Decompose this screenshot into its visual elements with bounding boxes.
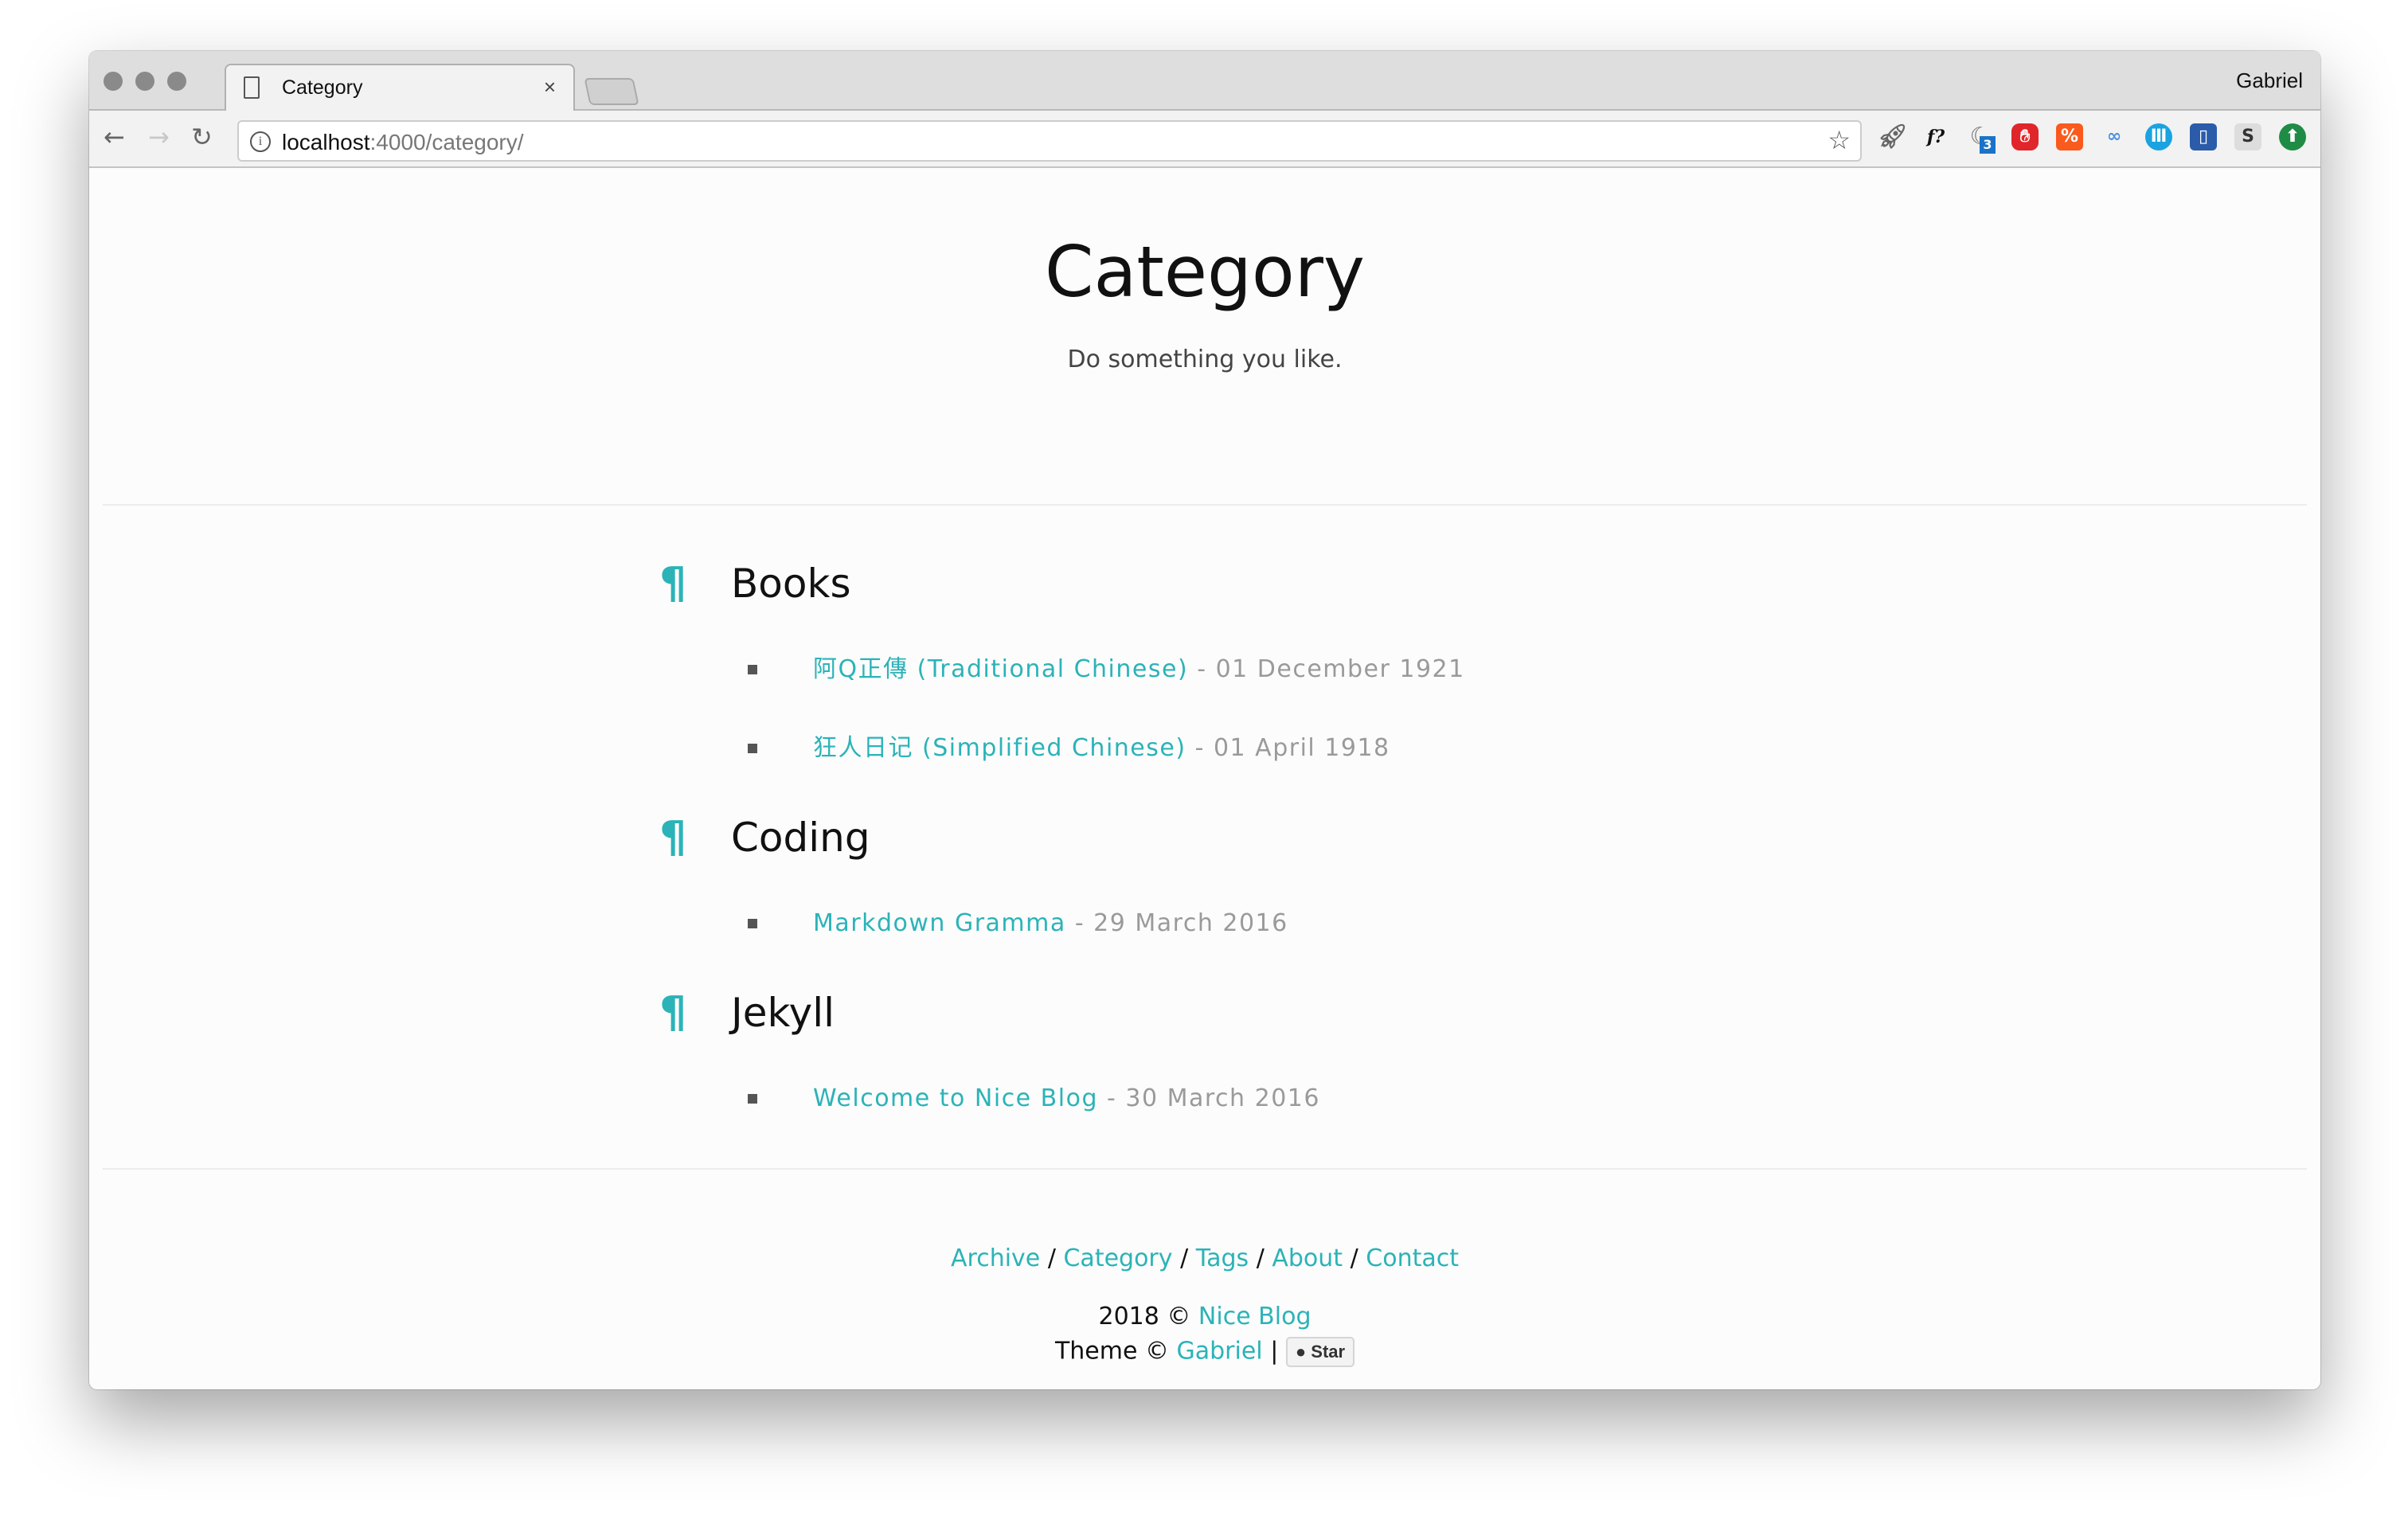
theme-credit: Theme © Gabriel | ● Star bbox=[89, 1337, 2320, 1367]
list-item: 狂人日记 (Simplified Chinese) - 01 April 191… bbox=[813, 734, 1390, 763]
post-link[interactable]: 狂人日记 (Simplified Chinese) bbox=[813, 734, 1186, 762]
github-star-button[interactable]: ● Star bbox=[1285, 1337, 1355, 1367]
f-question-icon[interactable]: f? bbox=[1922, 123, 1949, 150]
close-tab-icon[interactable]: × bbox=[544, 75, 556, 100]
s-icon[interactable]: S bbox=[2234, 123, 2261, 150]
minimize-window-button[interactable] bbox=[135, 72, 154, 91]
category-heading: Jekyll bbox=[731, 990, 835, 1036]
post-link[interactable]: Markdown Gramma bbox=[813, 909, 1066, 937]
separator: / bbox=[1180, 1244, 1189, 1272]
adblock-hand-icon[interactable]: ✋︎ bbox=[2011, 123, 2039, 150]
upload-arrow-icon[interactable]: ⬆ bbox=[2279, 123, 2306, 150]
github-icon: ● bbox=[1295, 1342, 1307, 1362]
notebook-icon[interactable]: ▯ bbox=[2190, 123, 2217, 150]
close-window-button[interactable] bbox=[104, 72, 123, 91]
moon-icon[interactable]: ☾3 bbox=[1967, 123, 1996, 154]
pilcrow-icon[interactable]: ¶ bbox=[659, 987, 686, 1039]
tab-category[interactable]: Category × bbox=[225, 64, 575, 112]
page-subtitle: Do something you like. bbox=[1067, 346, 1343, 373]
footer-link-contact[interactable]: Contact bbox=[1366, 1244, 1459, 1272]
museum-icon[interactable]: Ⅲ bbox=[2145, 123, 2172, 150]
bookmark-star-icon[interactable]: ☆ bbox=[1828, 125, 1851, 155]
footer-nav: Archive / Category / Tags / About / Cont… bbox=[89, 1244, 2320, 1273]
list-item: Markdown Gramma - 29 March 2016 bbox=[813, 909, 1288, 938]
footer-link-category[interactable]: Category bbox=[1063, 1244, 1172, 1272]
divider bbox=[103, 504, 2307, 506]
toolbar: ← → ↻ i localhost:4000/category/ ☆ 🚀︎ f?… bbox=[89, 111, 2320, 168]
footer-link-archive[interactable]: Archive bbox=[951, 1244, 1040, 1272]
list-item: 阿Q正傳 (Traditional Chinese) - 01 December… bbox=[813, 655, 1465, 684]
bullet-icon bbox=[748, 919, 757, 928]
pilcrow-icon[interactable]: ¶ bbox=[659, 812, 686, 864]
bullet-icon bbox=[748, 744, 757, 753]
post-date: - 01 April 1918 bbox=[1194, 734, 1390, 762]
theme-text: Theme © bbox=[1054, 1337, 1169, 1366]
copyright: 2018 © Nice Blog bbox=[89, 1303, 2320, 1331]
reload-icon[interactable]: ↻ bbox=[191, 122, 213, 152]
zoom-window-button[interactable] bbox=[167, 72, 186, 91]
footer-link-tags[interactable]: Tags bbox=[1196, 1244, 1249, 1272]
glasses-icon[interactable]: ∞ bbox=[2101, 123, 2128, 150]
tab-bar: Category × Gabriel bbox=[89, 51, 2320, 112]
copyright-text: 2018 © bbox=[1098, 1303, 1191, 1330]
forward-icon[interactable]: → bbox=[148, 122, 170, 152]
bullet-icon bbox=[748, 1094, 757, 1104]
document-icon bbox=[244, 76, 260, 99]
category-heading: Books bbox=[731, 561, 851, 607]
new-tab-button[interactable] bbox=[584, 78, 639, 105]
code-icon[interactable]: % bbox=[2056, 123, 2083, 150]
url-text[interactable]: localhost:4000/category/ bbox=[282, 130, 524, 155]
post-date: - 30 March 2016 bbox=[1107, 1084, 1320, 1112]
post-link[interactable]: 阿Q正傳 (Traditional Chinese) bbox=[813, 655, 1188, 683]
tab-title: Category bbox=[282, 76, 363, 99]
category-heading: Coding bbox=[731, 815, 870, 861]
url-path: :4000/category/ bbox=[369, 130, 524, 154]
back-icon[interactable]: ← bbox=[104, 122, 125, 152]
post-link[interactable]: Welcome to Nice Blog bbox=[813, 1084, 1098, 1112]
page-content: Category Do something you like. ¶ Books … bbox=[89, 170, 2320, 1389]
separator: / bbox=[1047, 1244, 1056, 1272]
separator: | bbox=[1270, 1337, 1279, 1366]
theme-author-link[interactable]: Gabriel bbox=[1177, 1338, 1263, 1366]
post-date: - 29 March 2016 bbox=[1074, 909, 1288, 937]
star-label: Star bbox=[1311, 1342, 1346, 1362]
browser-window: Category × Gabriel ← → ↻ i localhost:400… bbox=[89, 51, 2320, 1389]
page-title: Category bbox=[1045, 231, 1365, 313]
url-host: localhost bbox=[282, 130, 370, 154]
pilcrow-icon[interactable]: ¶ bbox=[659, 558, 686, 610]
address-bar[interactable]: i localhost:4000/category/ ☆ bbox=[237, 120, 1862, 162]
profile-name[interactable]: Gabriel bbox=[2236, 68, 2303, 93]
post-date: - 01 December 1921 bbox=[1197, 655, 1465, 683]
divider bbox=[103, 1168, 2307, 1170]
extension-badge: 3 bbox=[1980, 136, 1996, 154]
footer-link-about[interactable]: About bbox=[1272, 1244, 1343, 1272]
list-item: Welcome to Nice Blog - 30 March 2016 bbox=[813, 1084, 1320, 1113]
blog-name-link[interactable]: Nice Blog bbox=[1198, 1303, 1312, 1330]
separator: / bbox=[1256, 1244, 1265, 1272]
bullet-icon bbox=[748, 665, 757, 674]
rocket-icon[interactable]: 🚀︎ bbox=[1878, 123, 1908, 150]
info-icon[interactable]: i bbox=[250, 131, 271, 152]
separator: / bbox=[1350, 1244, 1358, 1272]
